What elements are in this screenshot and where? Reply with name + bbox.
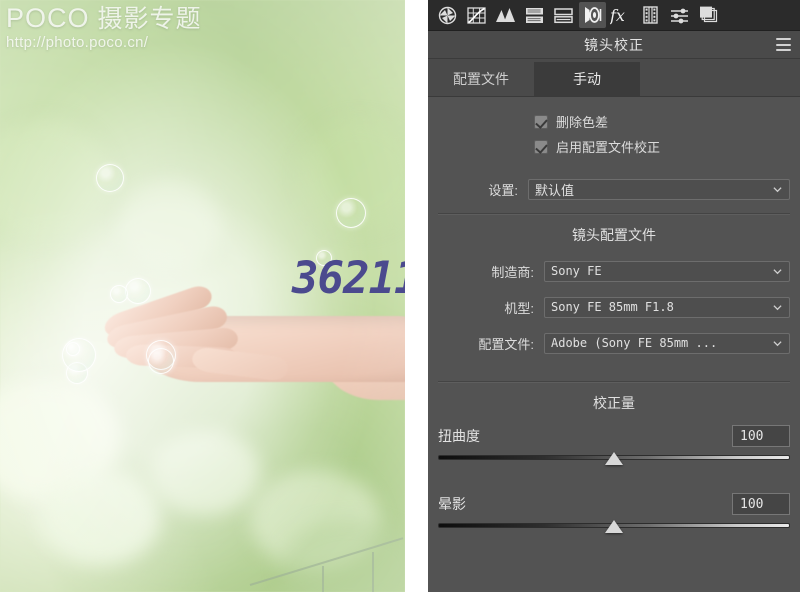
vignetting-value-input[interactable]: 100 (732, 493, 790, 515)
hand-illustration (96, 282, 405, 412)
distortion-label: 扭曲度 (438, 428, 480, 444)
checkbox-row-remove-chromatic-aberration[interactable]: 删除色差 (534, 109, 790, 134)
effects-fx-icon[interactable]: fx (608, 2, 635, 28)
soap-bubble (96, 164, 124, 192)
hsl-grayscale-icon[interactable] (492, 2, 519, 28)
model-value: Sony FE 85mm F1.8 (551, 300, 674, 314)
photo-preview[interactable]: POCO 摄影专题 http://photo.poco.cn/ 362111 (0, 0, 405, 592)
manufacturer-field: 制造商: Sony FE (438, 253, 790, 289)
setup-label: 设置: (488, 182, 518, 198)
soap-bubble (62, 338, 96, 372)
correction-amount-section-title: 校正量 (593, 395, 635, 411)
chevron-down-icon (773, 186, 782, 192)
snapshots-icon[interactable] (695, 2, 722, 28)
basic-adjustments-icon[interactable] (434, 2, 461, 28)
model-label: 机型: (504, 300, 534, 316)
vignetting-slider[interactable] (438, 519, 790, 535)
profile-label: 配置文件: (478, 336, 534, 352)
slider-thumb[interactable] (605, 520, 623, 533)
split-toning-icon[interactable] (521, 2, 548, 28)
profile-dropdown[interactable]: Adobe (Sony FE 85mm ... (544, 332, 790, 354)
watermark-brand: POCO (6, 3, 90, 33)
profile-value: Adobe (Sony FE 85mm ... (551, 336, 718, 350)
hamburger-menu-icon[interactable] (776, 38, 791, 51)
chevron-down-icon (773, 304, 782, 310)
railing-post (322, 566, 324, 592)
setup-dropdown[interactable]: 默认值 (528, 178, 790, 200)
module-toolbar: fx (428, 0, 800, 31)
vignetting-slider-block: 晕影 100 (438, 489, 790, 539)
tab-profile[interactable]: 配置文件 (428, 62, 534, 96)
slider-thumb[interactable] (605, 452, 623, 465)
watermark: POCO 摄影专题 http://photo.poco.cn/ (6, 4, 236, 52)
checkbox-label: 删除色差 (556, 115, 609, 130)
tab-manual[interactable]: 手动 (534, 62, 640, 96)
panel-title: 镜头校正 (584, 36, 644, 53)
panel-tabs: 配置文件 手动 (428, 59, 800, 97)
camera-calibration-icon[interactable] (637, 2, 664, 28)
soap-bubble (148, 348, 174, 374)
chevron-down-icon (773, 340, 782, 346)
soap-bubble (125, 278, 151, 304)
setup-value: 默认值 (535, 182, 575, 198)
presets-icon[interactable] (666, 2, 693, 28)
tone-curve-icon[interactable] (463, 2, 490, 28)
chevron-down-icon (773, 268, 782, 274)
railing-post (372, 552, 374, 592)
detail-icon[interactable] (550, 2, 577, 28)
watermark-topic: 摄影专题 (97, 5, 202, 33)
checkbox-checked-icon[interactable] (534, 139, 548, 154)
distortion-slider[interactable] (438, 451, 790, 467)
panel-header: 镜头校正 (428, 31, 800, 59)
manufacturer-dropdown[interactable]: Sony FE (544, 260, 790, 282)
model-field: 机型: Sony FE 85mm F1.8 (438, 289, 790, 325)
checkbox-label: 启用配置文件校正 (556, 140, 661, 155)
overlay-number: 362111 (292, 253, 405, 304)
distortion-slider-block: 扭曲度 100 (438, 421, 790, 471)
lens-correction-icon[interactable] (579, 2, 606, 28)
vignetting-label: 晕影 (438, 496, 466, 512)
profile-field: 配置文件: Adobe (Sony FE 85mm ... (438, 325, 790, 361)
svg-text:fx: fx (610, 6, 625, 25)
distortion-value-input[interactable]: 100 (732, 425, 790, 447)
checkbox-row-enable-profile-corrections[interactable]: 启用配置文件校正 (534, 134, 790, 159)
tabs-filler (640, 62, 800, 96)
lens-profile-section-title: 镜头配置文件 (572, 227, 656, 243)
manufacturer-label: 制造商: (491, 264, 534, 280)
watermark-url: http://photo.poco.cn/ (6, 34, 149, 51)
lightroom-screenshot: POCO 摄影专题 http://photo.poco.cn/ 362111 (0, 0, 800, 592)
model-dropdown[interactable]: Sony FE 85mm F1.8 (544, 296, 790, 318)
setup-field: 设置: 默认值 (438, 171, 790, 207)
lens-correction-panel: fx 镜头校正 配置文件 手动 删除色差 启用配置文件校正 设置: 默认值 镜头… (428, 0, 800, 592)
soap-bubble (336, 198, 366, 228)
checkbox-checked-icon[interactable] (534, 114, 548, 129)
manufacturer-value: Sony FE (551, 264, 602, 278)
soap-bubble (110, 285, 128, 303)
panel-body: 删除色差 启用配置文件校正 设置: 默认值 镜头配置文件 制造商: Sony F… (428, 97, 800, 539)
